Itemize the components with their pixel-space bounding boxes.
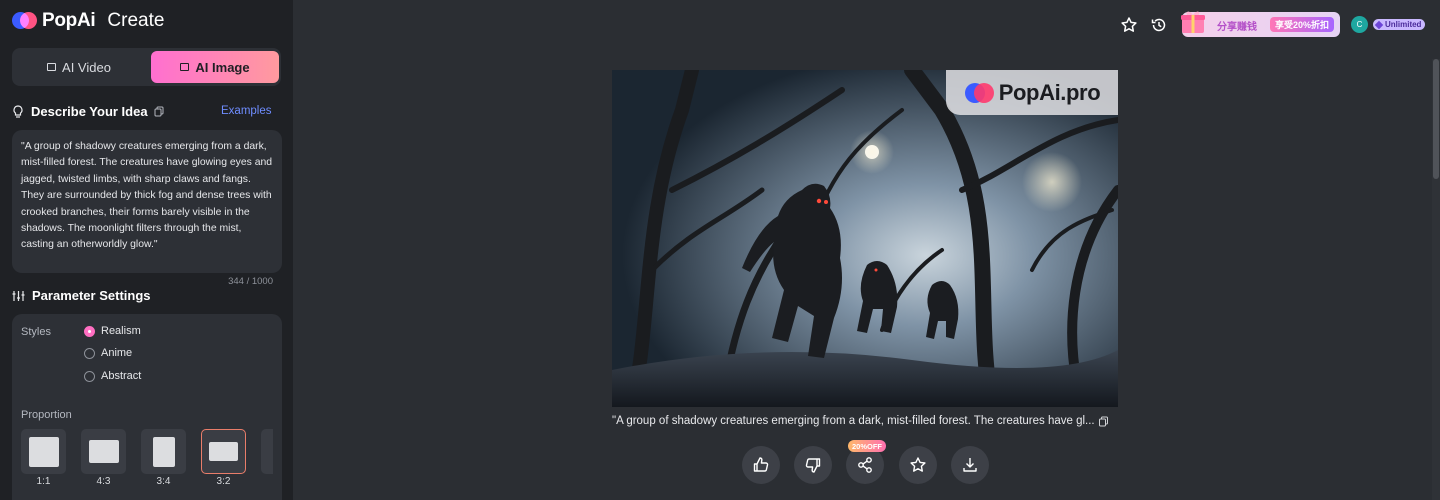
copy-icon[interactable]	[154, 106, 164, 117]
describe-idea-heading: Describe Your Idea	[12, 104, 164, 119]
promo-text: 分享赚钱	[1217, 22, 1257, 33]
ratio-option-1-1[interactable]	[21, 429, 66, 474]
favorite-button[interactable]	[899, 446, 937, 484]
referral-promo-banner[interactable]: 分享赚钱 享受20%折扣	[1181, 11, 1340, 37]
share-icon	[858, 457, 872, 473]
image-caption: "A group of shadowy creatures emerging f…	[612, 415, 1122, 427]
star-icon	[910, 457, 926, 472]
ratio-shape-icon	[88, 440, 119, 463]
avatar[interactable]: C	[1351, 16, 1368, 33]
thumbs-up-icon	[753, 457, 769, 472]
radio-icon	[84, 347, 95, 359]
scrollbar[interactable]	[1432, 59, 1440, 500]
popai-logo-icon	[12, 11, 38, 31]
download-icon	[963, 458, 977, 472]
watermark-text: PopAi.pro	[998, 79, 1101, 105]
styles-label: Styles	[21, 326, 51, 338]
ratio-option-3-4[interactable]	[141, 429, 186, 474]
tab-ai-video-label: AI Video	[62, 59, 111, 75]
parameter-card: Styles Realism Anime Abstract Proportion…	[12, 314, 282, 500]
style-option-label: Abstract	[101, 370, 142, 382]
tab-ai-image-label: AI Image	[195, 59, 250, 75]
ratio-caption: 4:3	[96, 476, 111, 487]
diamond-icon	[1374, 20, 1384, 29]
style-option-label: Anime	[101, 347, 133, 359]
ratio-caption: 3:4	[156, 476, 171, 487]
ratio-option-4-3[interactable]	[81, 429, 126, 474]
style-option-abstract[interactable]: Abstract	[84, 370, 141, 382]
ratio-caption: 1:1	[36, 476, 51, 487]
describe-idea-title: Describe Your Idea	[31, 104, 148, 119]
parameter-settings-title: Parameter Settings	[32, 288, 151, 303]
generated-image[interactable]: PopAi.pro	[612, 70, 1118, 407]
watermark: PopAi.pro	[946, 70, 1118, 115]
like-button[interactable]	[742, 446, 780, 484]
download-button[interactable]	[951, 446, 989, 484]
promo-discount-badge: 享受20%折扣	[1270, 17, 1335, 32]
history-icon[interactable]	[1150, 16, 1168, 34]
parameter-settings-heading: Parameter Settings	[12, 288, 151, 303]
sidebar: PopAi Create AI Video AI Image Describe …	[0, 0, 293, 500]
tab-ai-image[interactable]: AI Image	[151, 51, 279, 83]
share-discount-badge: 20%OFF	[848, 440, 887, 452]
style-option-realism[interactable]: Realism	[84, 325, 141, 337]
ratio-option-more[interactable]	[261, 429, 273, 474]
tab-ai-video[interactable]: AI Video	[15, 51, 143, 83]
brand[interactable]: PopAi Create	[12, 9, 164, 33]
char-count: 344 / 1000	[228, 276, 273, 287]
ratio-shape-icon	[152, 436, 175, 467]
radio-selected-icon	[84, 325, 95, 337]
ratio-shape-icon	[209, 442, 238, 461]
ratio-shape-icon	[28, 436, 59, 467]
lightbulb-icon	[13, 104, 23, 118]
favorites-star-icon[interactable]	[1120, 16, 1138, 34]
dislike-button[interactable]	[794, 446, 832, 484]
gift-icon	[1181, 11, 1205, 33]
examples-link[interactable]: Examples	[221, 105, 272, 117]
image-icon	[180, 63, 190, 71]
proportion-label: Proportion	[21, 409, 72, 421]
radio-icon	[84, 370, 95, 382]
sliders-icon	[12, 290, 25, 301]
plan-badge-label: Unlimited	[1385, 20, 1422, 29]
video-icon	[47, 63, 57, 71]
style-option-anime[interactable]: Anime	[84, 347, 132, 359]
plan-badge[interactable]: Unlimited	[1373, 19, 1426, 30]
style-option-label: Realism	[101, 325, 141, 337]
page-title: Create	[107, 10, 165, 31]
caption-text: "A group of shadowy creatures emerging f…	[612, 415, 1095, 427]
scrollbar-thumb[interactable]	[1433, 59, 1439, 179]
copy-icon[interactable]	[1098, 416, 1109, 427]
popai-logo-icon	[964, 82, 994, 103]
ratio-option-3-2[interactable]	[201, 429, 246, 474]
brand-name: PopAi	[42, 10, 96, 31]
thumbs-down-icon	[805, 458, 821, 473]
ratio-caption: 3:2	[216, 476, 231, 487]
prompt-textarea[interactable]: "A group of shadowy creatures emerging f…	[12, 130, 282, 273]
mode-switch: AI Video AI Image	[12, 48, 281, 86]
forest-creatures-image	[612, 70, 1118, 407]
